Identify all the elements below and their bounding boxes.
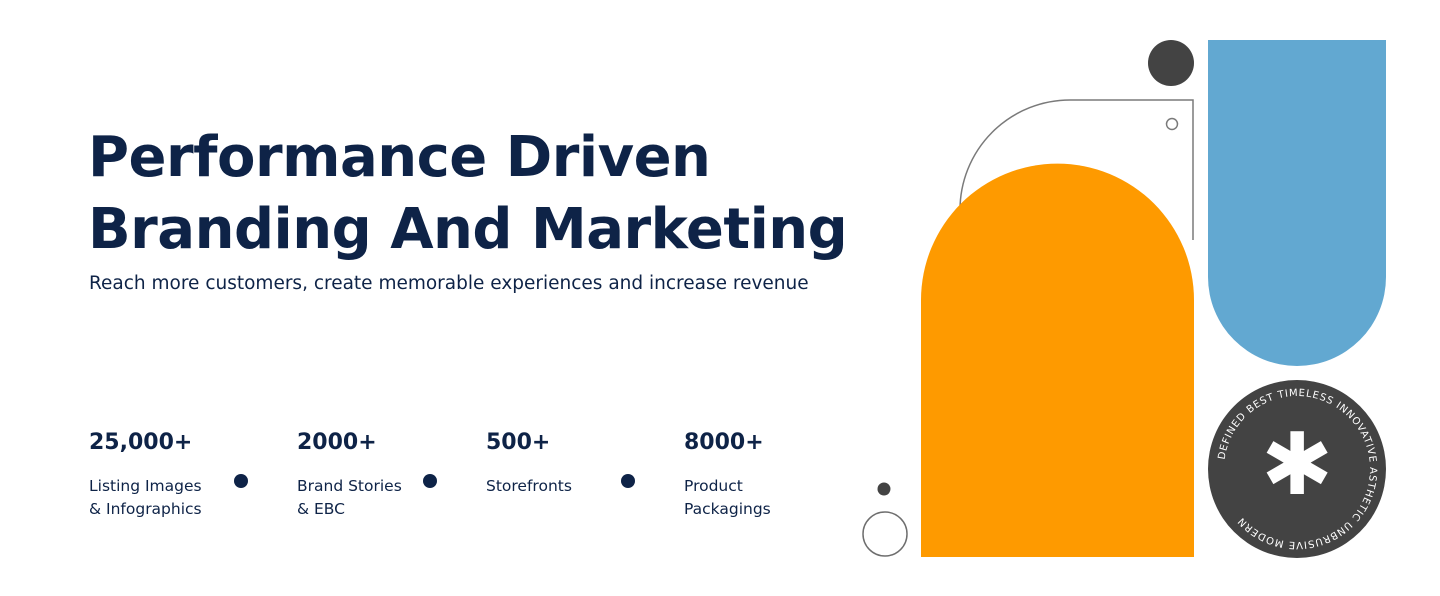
decor-orange-arch [921, 163, 1194, 557]
decor-small-ring [1165, 117, 1179, 131]
asterisk-icon: ✱ [1261, 415, 1333, 515]
decor-blue-block [1208, 40, 1386, 366]
decor-dot-dark [877, 482, 891, 496]
hero-illustration: DEFINED BEST TIMELESS INNOVATIVE ASTHETI… [862, 40, 1386, 558]
decor-circle-outline [862, 511, 908, 557]
brand-badge: DEFINED BEST TIMELESS INNOVATIVE ASTHETI… [1208, 380, 1386, 558]
decor-circle-dark [1148, 40, 1194, 86]
